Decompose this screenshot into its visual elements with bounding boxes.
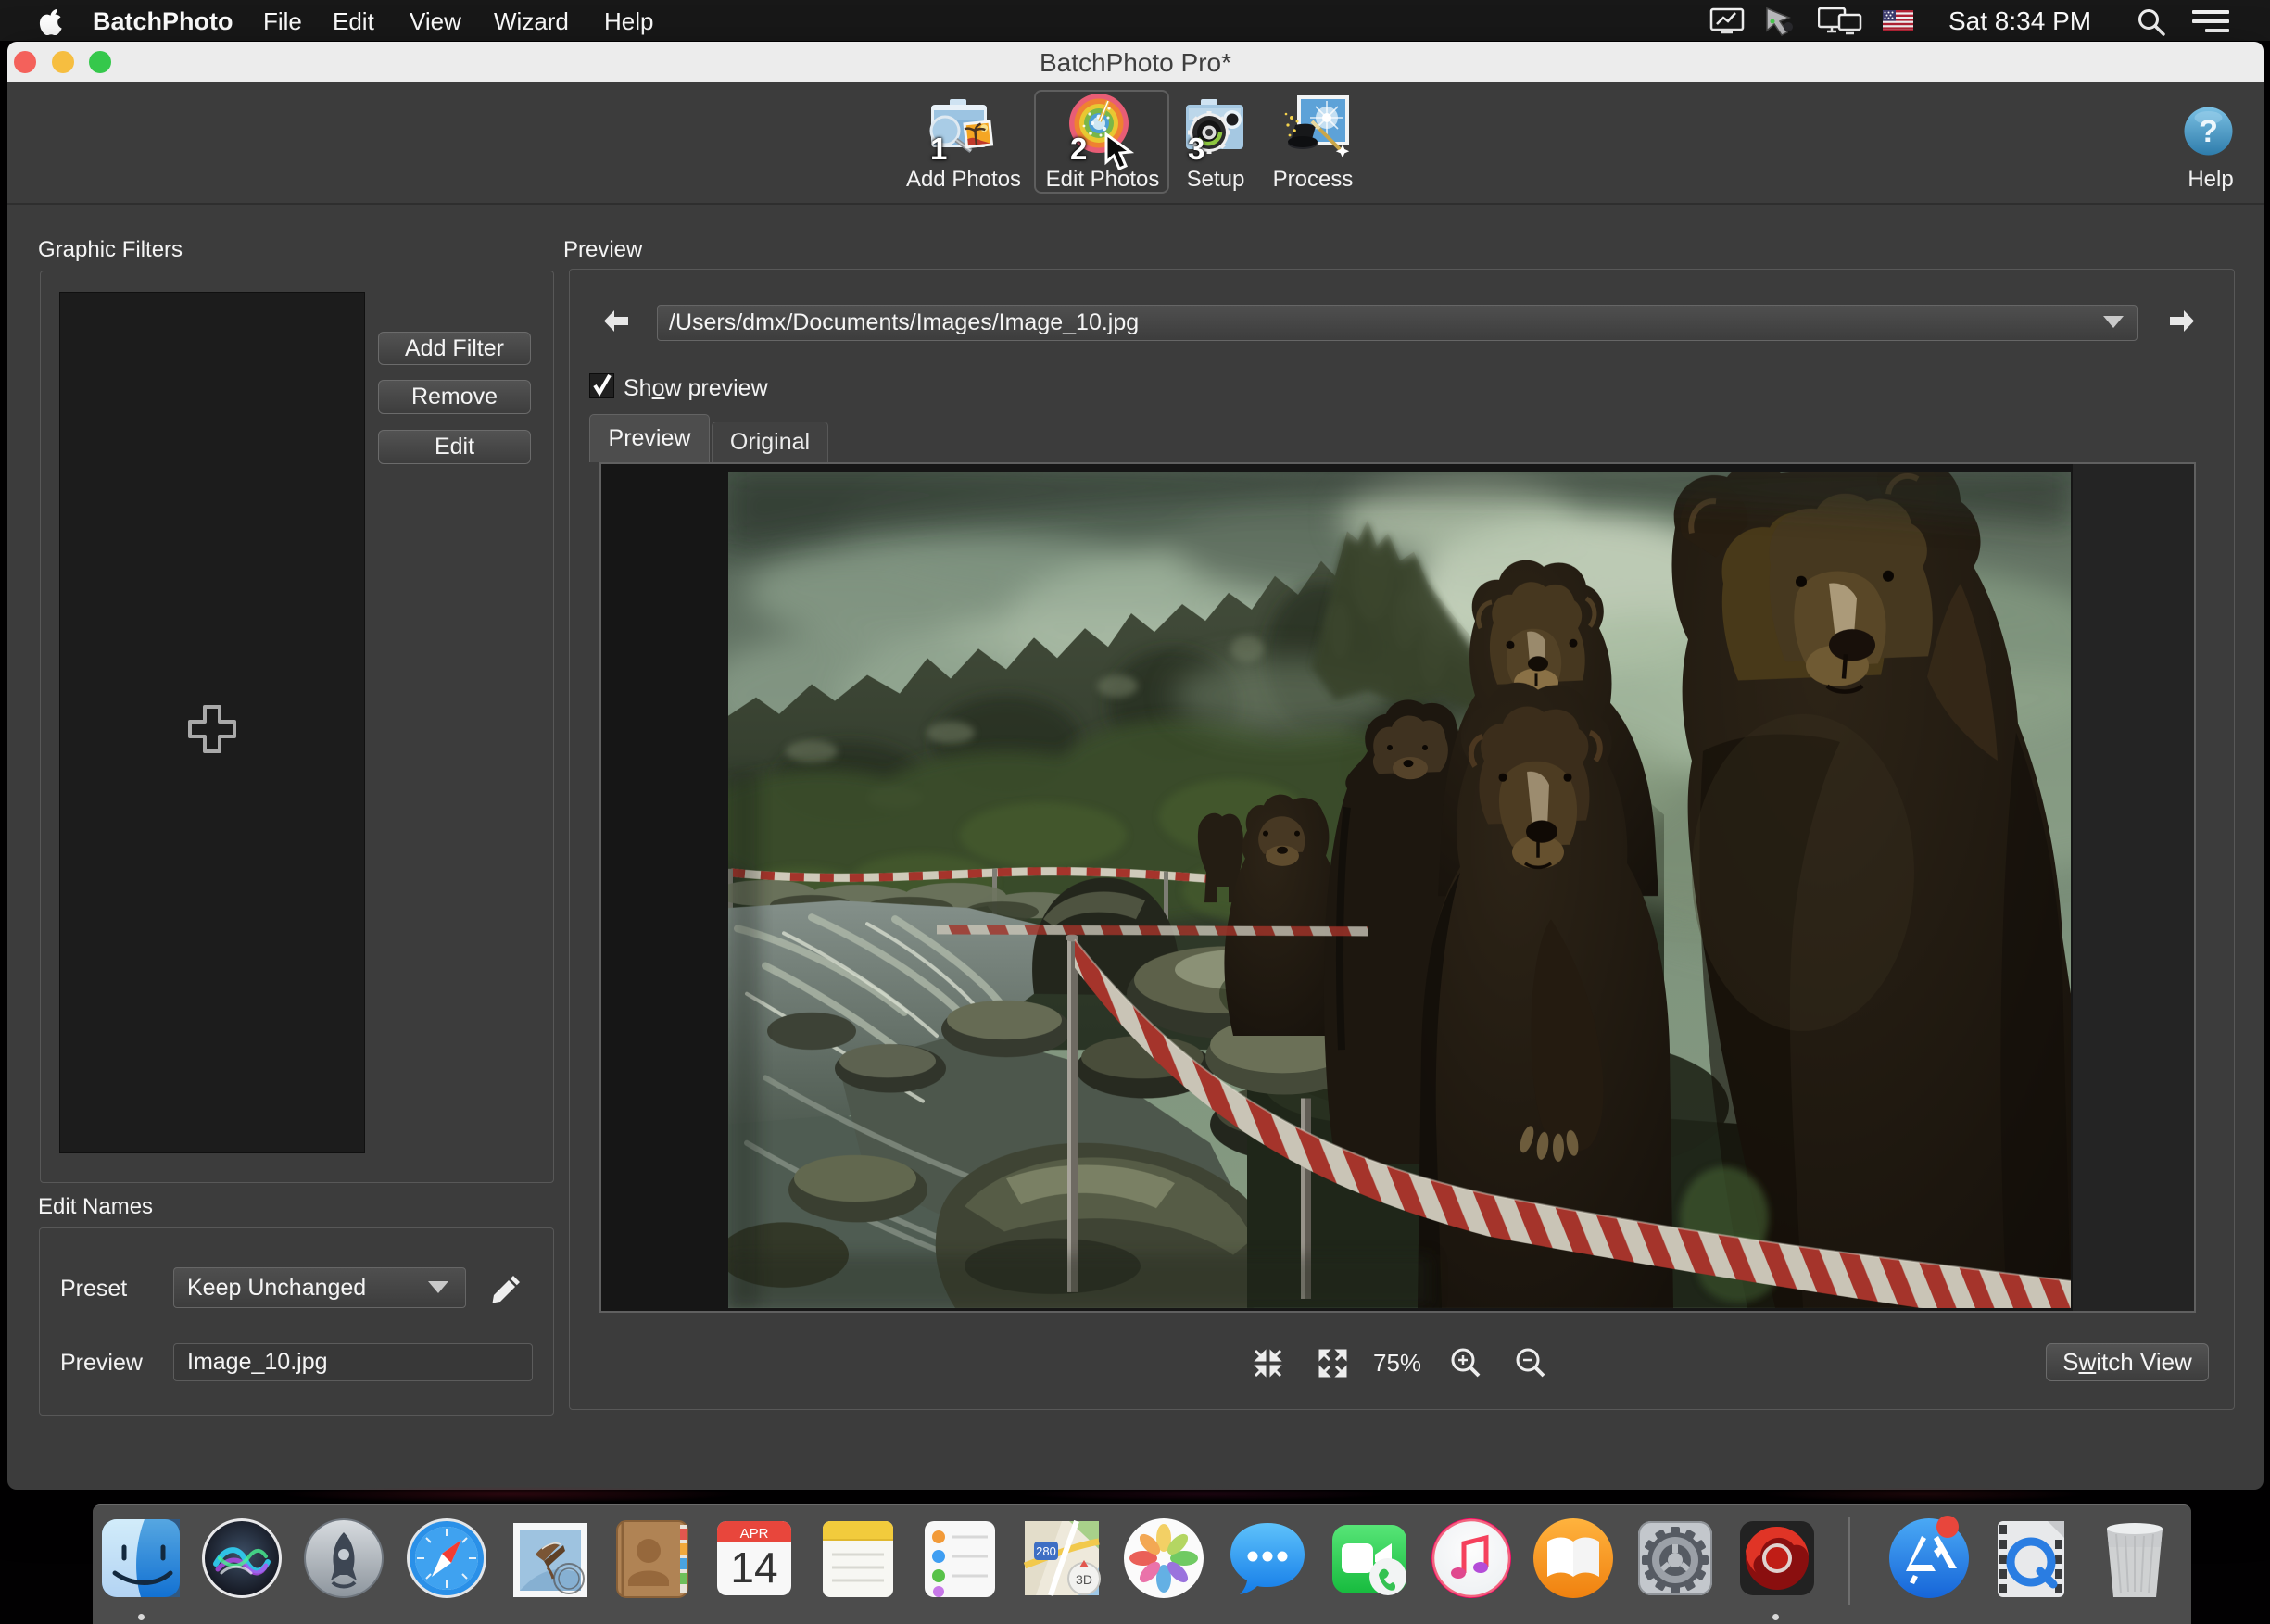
svg-text:280: 280: [1036, 1544, 1056, 1558]
svg-text:14: 14: [730, 1543, 777, 1592]
svg-text:?: ?: [2199, 114, 2218, 149]
svg-text:3D: 3D: [1076, 1572, 1092, 1587]
svg-text:APR: APR: [740, 1526, 769, 1542]
